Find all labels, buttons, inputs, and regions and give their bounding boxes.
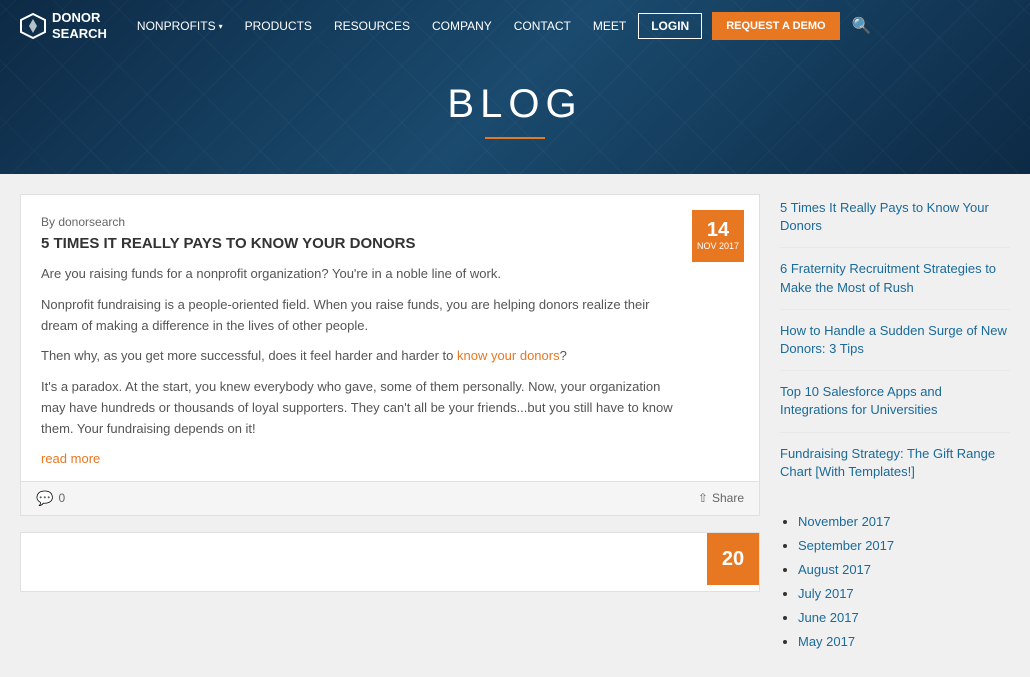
article-footer: 💬 0 ⇧ Share (21, 481, 759, 515)
article-para-4: It's a paradox. At the start, you knew e… (41, 377, 674, 439)
blog-page-title: BLOG (0, 82, 1030, 127)
sidebar-archives: November 2017 September 2017 August 2017… (780, 513, 1010, 649)
header: DONOR SEARCH NONPROFITS ▾ PRODUCTS RESOU… (0, 0, 1030, 174)
archive-item-6: May 2017 (798, 633, 1010, 649)
blog-hero: BLOG (0, 52, 1030, 174)
logo-text: DONOR SEARCH (52, 10, 107, 41)
comment-icon: 💬 (36, 490, 53, 507)
article-date-badge-2: 20 (707, 533, 759, 585)
articles-column: 14 NOV 2017 By donorsearch 5 TIMES IT RE… (20, 194, 760, 657)
share-button[interactable]: ⇧ Share (698, 491, 744, 505)
share-icon: ⇧ (698, 491, 708, 505)
archive-link-1[interactable]: November 2017 (798, 514, 891, 529)
demo-button[interactable]: REQUEST A DEMO (712, 12, 839, 40)
article-para-3: Then why, as you get more successful, do… (41, 346, 674, 367)
archive-link-6[interactable]: May 2017 (798, 634, 855, 649)
nav-contact[interactable]: CONTACT (504, 13, 581, 39)
sidebar: 5 Times It Really Pays to Know Your Dono… (780, 194, 1010, 657)
sidebar-post-5[interactable]: Fundraising Strategy: The Gift Range Cha… (780, 445, 1010, 493)
archive-item-2: September 2017 (798, 537, 1010, 553)
read-more-link[interactable]: read more (41, 451, 100, 466)
main-content: 14 NOV 2017 By donorsearch 5 TIMES IT RE… (0, 174, 1030, 677)
sidebar-post-4[interactable]: Top 10 Salesforce Apps and Integrations … (780, 383, 1010, 432)
chevron-down-icon: ▾ (219, 22, 223, 31)
article-para-1: Are you raising funds for a nonprofit or… (41, 264, 674, 285)
title-underline (485, 137, 545, 139)
article-author: By donorsearch (41, 215, 739, 229)
login-button[interactable]: LOGIN (638, 13, 702, 39)
nav-bar: DONOR SEARCH NONPROFITS ▾ PRODUCTS RESOU… (0, 0, 1030, 52)
article-title: 5 TIMES IT REALLY PAYS TO KNOW YOUR DONO… (41, 235, 739, 252)
article-date-badge-1: 14 NOV 2017 (692, 210, 744, 262)
article-body: Are you raising funds for a nonprofit or… (41, 264, 739, 440)
sidebar-post-3[interactable]: How to Handle a Sudden Surge of New Dono… (780, 322, 1010, 371)
nav-nonprofits[interactable]: NONPROFITS ▾ (127, 13, 233, 39)
nav-meet[interactable]: MEET (583, 13, 636, 39)
archive-item-1: November 2017 (798, 513, 1010, 529)
sidebar-post-1[interactable]: 5 Times It Really Pays to Know Your Dono… (780, 199, 1010, 248)
article-para-2: Nonprofit fundraising is a people-orient… (41, 295, 674, 337)
nav-company[interactable]: COMPANY (422, 13, 502, 39)
sidebar-related-posts: 5 Times It Really Pays to Know Your Dono… (780, 199, 1010, 493)
logo[interactable]: DONOR SEARCH (20, 10, 107, 41)
nav-links: NONPROFITS ▾ PRODUCTS RESOURCES COMPANY … (127, 12, 1010, 40)
comments-count: 💬 0 (36, 490, 65, 507)
sidebar-post-2[interactable]: 6 Fraternity Recruitment Strategies to M… (780, 260, 1010, 309)
know-donors-link[interactable]: know your donors (457, 348, 560, 363)
archive-item-4: July 2017 (798, 585, 1010, 601)
archive-link-5[interactable]: June 2017 (798, 610, 859, 625)
article-card-1: 14 NOV 2017 By donorsearch 5 TIMES IT RE… (20, 194, 760, 516)
article-card-2: 20 (20, 532, 760, 592)
logo-icon (20, 13, 46, 39)
nav-products[interactable]: PRODUCTS (235, 13, 322, 39)
archive-link-2[interactable]: September 2017 (798, 538, 894, 553)
archive-item-5: June 2017 (798, 609, 1010, 625)
search-icon[interactable]: 🔍 (852, 16, 872, 36)
archive-link-4[interactable]: July 2017 (798, 586, 854, 601)
archive-link-3[interactable]: August 2017 (798, 562, 871, 577)
archive-item-3: August 2017 (798, 561, 1010, 577)
nav-resources[interactable]: RESOURCES (324, 13, 420, 39)
